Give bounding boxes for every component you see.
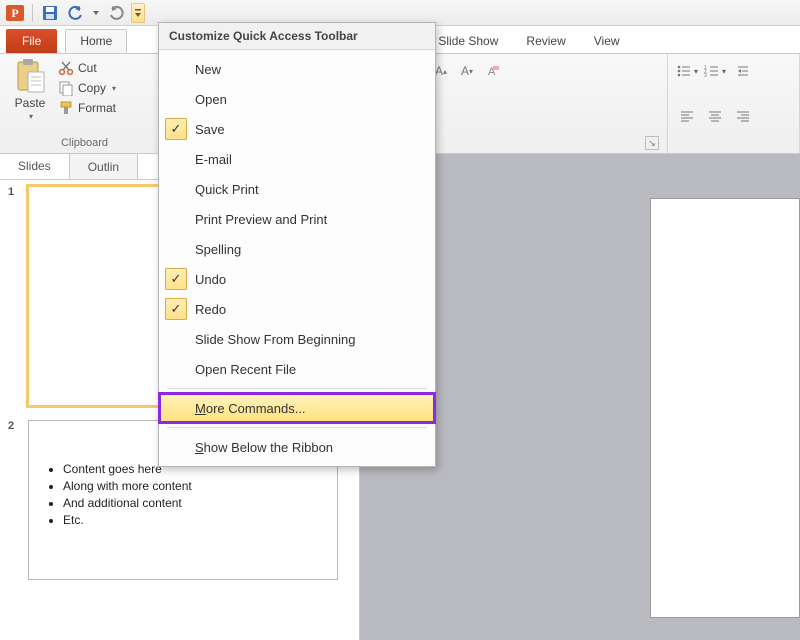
check-icon [165, 208, 187, 230]
slide-canvas[interactable] [650, 198, 800, 618]
paste-dropdown-icon[interactable]: ▾ [29, 112, 33, 121]
qat-separator [32, 4, 33, 22]
qat-menu-item-open-recent-file[interactable]: Open Recent File [159, 354, 435, 384]
clear-formatting-button[interactable]: A [482, 60, 504, 82]
clipboard-group-label: Clipboard [8, 135, 161, 151]
undo-icon[interactable] [65, 3, 87, 23]
menu-item-label: New [195, 62, 221, 77]
powerpoint-app-icon: P [4, 3, 26, 23]
slide2-bullets: Content goes here Along with more conten… [45, 462, 321, 527]
check-icon: ✓ [165, 118, 187, 140]
bullets-button[interactable]: ▾ [676, 60, 698, 82]
thumbnail-number: 1 [8, 186, 22, 406]
align-left-button[interactable] [676, 105, 698, 127]
nav-tab-slides[interactable]: Slides [0, 154, 70, 179]
file-tab[interactable]: File [6, 29, 57, 53]
qat-menu-title: Customize Quick Access Toolbar [159, 23, 435, 50]
qat-menu-item-undo[interactable]: ✓ Undo [159, 264, 435, 294]
qat-menu-item-redo[interactable]: ✓ Redo [159, 294, 435, 324]
paste-button[interactable]: Paste ▾ [8, 58, 52, 121]
align-right-button[interactable] [732, 105, 754, 127]
menu-item-label: Redo [195, 302, 226, 317]
qat-menu-item-open[interactable]: Open [159, 84, 435, 114]
qat-menu-item-save[interactable]: ✓ Save [159, 114, 435, 144]
check-icon [165, 58, 187, 80]
customize-qat-menu: Customize Quick Access Toolbar New Open ✓ S… [158, 22, 436, 467]
qat-menu-item-print-preview-and-print[interactable]: Print Preview and Print [159, 204, 435, 234]
menu-item-label: Open Recent File [195, 362, 296, 377]
tab-home[interactable]: Home [65, 29, 127, 53]
decrease-indent-button[interactable] [732, 60, 754, 82]
tab-slide-show[interactable]: Slide Show [424, 29, 512, 53]
svg-text:3: 3 [704, 73, 707, 78]
paragraph-group-label [676, 147, 791, 151]
font-dialog-launcher[interactable]: ↘ [645, 136, 659, 150]
numbering-button[interactable]: 123▾ [704, 60, 726, 82]
menu-item-label: Print Preview and Print [195, 212, 327, 227]
ribbon-group-clipboard: Paste ▾ Cut Copy▾ Format Clipboard [0, 54, 170, 153]
customize-qat-button[interactable] [131, 3, 145, 23]
ribbon-group-paragraph: ▾ 123▾ [668, 54, 800, 153]
check-icon [165, 328, 187, 350]
align-center-button[interactable] [704, 105, 726, 127]
menu-item-label: Undo [195, 272, 226, 287]
menu-item-label: E-mail [195, 152, 232, 167]
qat-menu-item-e-mail[interactable]: E-mail [159, 144, 435, 174]
menu-item-label: More Commands... [195, 401, 306, 416]
tab-review[interactable]: Review [512, 29, 579, 53]
thumbnail-number: 2 [8, 420, 22, 580]
qat-menu-show-below-ribbon[interactable]: Show Below the Ribbon [159, 432, 435, 462]
copy-label: Copy [78, 81, 106, 95]
tab-view[interactable]: View [580, 29, 634, 53]
qat-menu-item-quick-print[interactable]: Quick Print [159, 174, 435, 204]
check-icon [165, 238, 187, 260]
paste-label: Paste [15, 96, 46, 110]
menu-item-label: Save [195, 122, 225, 137]
list-item: Etc. [63, 513, 321, 527]
copy-button[interactable]: Copy▾ [58, 80, 116, 96]
nav-tab-outline[interactable]: Outlin [70, 154, 138, 179]
check-icon [165, 88, 187, 110]
menu-separator [167, 388, 427, 389]
check-icon: ✓ [165, 268, 187, 290]
menu-separator [167, 427, 427, 428]
check-icon: ✓ [165, 298, 187, 320]
cut-button[interactable]: Cut [58, 60, 116, 76]
redo-icon[interactable] [105, 3, 127, 23]
check-icon [165, 178, 187, 200]
shrink-font-button[interactable]: A▾ [456, 60, 478, 82]
menu-item-label: Quick Print [195, 182, 259, 197]
format-painter-label: Format [78, 101, 116, 115]
list-item: Along with more content [63, 479, 321, 493]
check-icon [165, 436, 187, 458]
menu-item-label: Open [195, 92, 227, 107]
qat-menu-item-spelling[interactable]: Spelling [159, 234, 435, 264]
list-item: And additional content [63, 496, 321, 510]
qat-menu-item-slide-show-from-beginning[interactable]: Slide Show From Beginning [159, 324, 435, 354]
save-icon[interactable] [39, 3, 61, 23]
cut-label: Cut [78, 61, 97, 75]
qat-menu-item-new[interactable]: New [159, 54, 435, 84]
check-icon [165, 358, 187, 380]
menu-item-label: Slide Show From Beginning [195, 332, 355, 347]
format-painter-button[interactable]: Format [58, 100, 116, 116]
menu-item-label: Spelling [195, 242, 241, 257]
check-icon [165, 397, 187, 419]
svg-text:P: P [11, 6, 18, 20]
check-icon [165, 148, 187, 170]
undo-dropdown-icon[interactable] [91, 3, 101, 23]
qat-menu-more-commands[interactable]: More Commands... [159, 393, 435, 423]
menu-item-label: Show Below the Ribbon [195, 440, 333, 455]
